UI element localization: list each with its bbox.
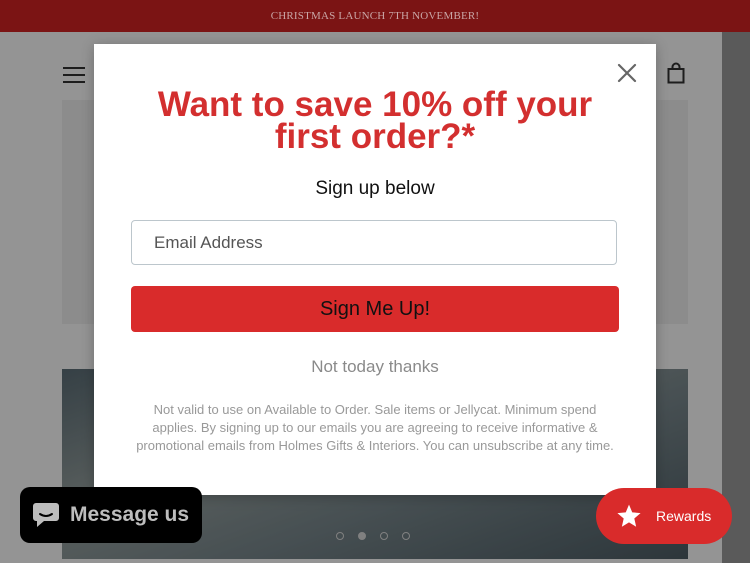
page-edge — [722, 32, 750, 563]
announcement-bar: CHRISTMAS LAUNCH 7TH NOVEMBER! — [0, 0, 750, 32]
email-input[interactable] — [131, 220, 617, 265]
signup-popup: Want to save 10% off your first order?* … — [94, 44, 656, 495]
star-icon — [617, 504, 641, 527]
popup-fine-print: Not valid to use on Available to Order. … — [136, 402, 614, 453]
chat-bubble-icon — [33, 503, 59, 527]
rewards-button[interactable]: Rewards — [596, 488, 732, 544]
close-icon[interactable] — [616, 62, 638, 84]
sign-me-up-button[interactable]: Sign Me Up! — [131, 286, 619, 332]
not-today-thanks-link[interactable]: Not today thanks — [94, 357, 656, 377]
message-us-button[interactable]: Message us — [20, 487, 202, 543]
popup-subheading: Sign up below — [315, 178, 435, 199]
message-us-label: Message us — [70, 503, 190, 526]
popup-headline: Want to save 10% off your first order?* — [157, 85, 593, 156]
rewards-label: Rewards — [656, 508, 712, 524]
announcement-text: CHRISTMAS LAUNCH 7TH NOVEMBER! — [270, 10, 480, 22]
